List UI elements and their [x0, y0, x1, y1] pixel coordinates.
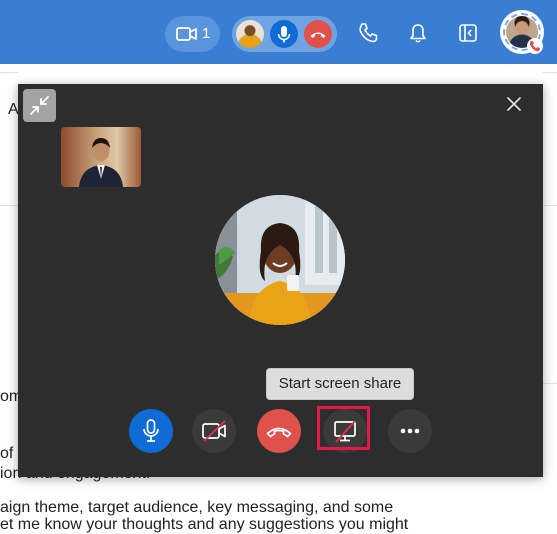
divider — [543, 383, 557, 384]
screen-share-tooltip: Start screen share — [266, 368, 414, 400]
camera-toggle-button[interactable] — [192, 409, 236, 453]
mini-mic-button[interactable] — [270, 20, 298, 48]
divider — [543, 205, 557, 206]
background-text: aign theme, target audience, key messagi… — [0, 499, 394, 516]
phone-icon[interactable] — [357, 22, 379, 49]
more-dots-icon — [400, 428, 420, 434]
video-camera-off-icon — [202, 420, 226, 442]
hang-up-icon — [266, 427, 292, 438]
background-text: et me know your thoughts and any suggest… — [0, 516, 409, 533]
side-panel-icon[interactable] — [457, 22, 479, 49]
divider — [0, 205, 18, 206]
microphone-toggle-button[interactable] — [129, 409, 173, 453]
microphone-icon — [277, 26, 291, 43]
mini-end-call-button[interactable] — [304, 20, 332, 48]
hang-up-icon — [310, 32, 326, 38]
more-options-button[interactable] — [388, 409, 432, 453]
end-call-button[interactable] — [257, 409, 301, 453]
video-participants-pill[interactable]: 1 — [165, 16, 220, 52]
participant-count: 1 — [202, 25, 211, 42]
top-bar: 1 — [0, 0, 557, 64]
video-camera-icon — [176, 26, 198, 47]
self-video-thumbnail[interactable] — [61, 127, 141, 187]
divider — [543, 72, 557, 73]
collapse-arrows-icon — [30, 96, 49, 115]
remote-participant-avatar[interactable] — [215, 195, 345, 325]
caller-avatar[interactable] — [236, 20, 264, 48]
close-call-window-button[interactable] — [505, 95, 523, 113]
collapse-window-button[interactable] — [23, 89, 56, 122]
call-window: Start screen share — [18, 84, 543, 477]
close-icon — [507, 97, 521, 111]
background-text: of — [0, 445, 14, 462]
in-call-badge-icon — [527, 38, 543, 54]
profile-avatar[interactable] — [500, 10, 544, 54]
bell-icon[interactable] — [407, 22, 429, 49]
self-video-image — [61, 127, 141, 187]
screen-share-highlight — [317, 406, 370, 450]
microphone-icon — [143, 419, 159, 442]
remote-participant-image — [215, 195, 345, 325]
divider — [0, 72, 18, 73]
